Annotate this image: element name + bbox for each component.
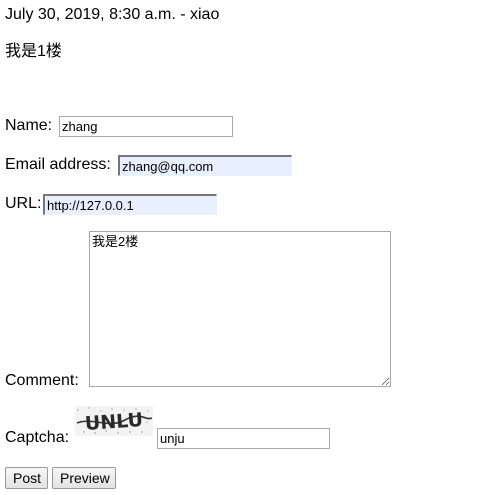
url-label: URL:: [5, 195, 42, 212]
name-label: Name:: [5, 117, 53, 134]
email-field[interactable]: [118, 155, 292, 176]
post-button[interactable]: Post: [5, 467, 48, 489]
comment-textarea[interactable]: 我是2楼: [89, 231, 391, 387]
captcha-image: UNLU: [75, 406, 153, 436]
preview-button[interactable]: Preview: [52, 467, 116, 489]
captcha-text: UNLU: [84, 409, 144, 435]
email-label: Email address:: [5, 156, 111, 173]
url-field[interactable]: [43, 194, 217, 215]
captcha-field[interactable]: [157, 428, 330, 449]
name-field[interactable]: [59, 116, 233, 137]
comment-meta: July 30, 2019, 8:30 a.m. - xiao: [5, 6, 220, 23]
comment-body: 我是1楼: [5, 43, 62, 60]
captcha-label: Captcha:: [5, 429, 70, 446]
comment-label: Comment:: [5, 372, 79, 389]
